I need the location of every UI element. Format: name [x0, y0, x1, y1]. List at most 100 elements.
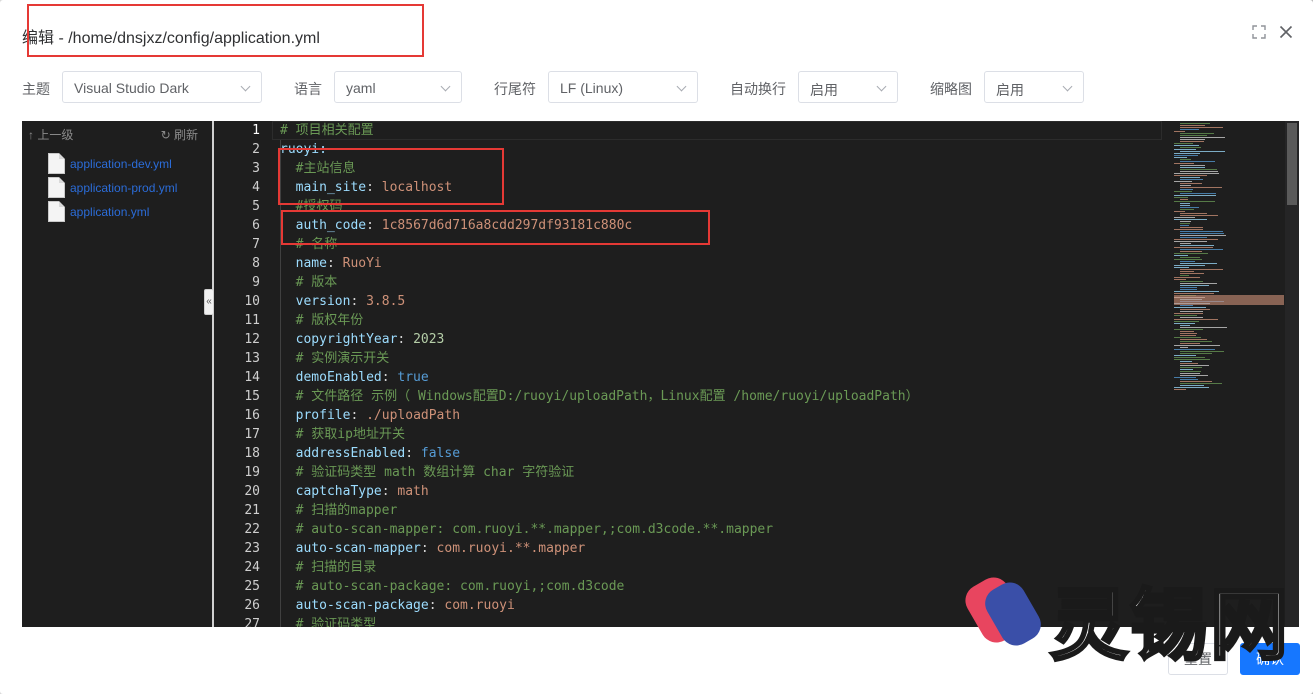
- minimap-stroke: [1180, 257, 1200, 258]
- code-line[interactable]: 18 addressEnabled: false: [216, 444, 1176, 463]
- minimap-stroke: [1174, 349, 1215, 350]
- minimap-stroke: [1180, 287, 1197, 288]
- code-line[interactable]: 12 copyrightYear: 2023: [216, 330, 1176, 349]
- minimap-stroke: [1180, 363, 1198, 364]
- watermark-logo-icon: [965, 577, 1041, 646]
- code-line[interactable]: 17 # 获取ip地址开关: [216, 425, 1176, 444]
- fullscreen-icon[interactable]: [1250, 24, 1268, 42]
- minimap-stroke: [1174, 219, 1207, 220]
- minimap-stroke: [1174, 277, 1200, 278]
- minimap-stroke: [1180, 309, 1210, 310]
- line-content: #主站信息: [280, 159, 356, 178]
- line-content: # 验证码类型: [280, 615, 377, 627]
- code-line[interactable]: 14 demoEnabled: true: [216, 368, 1176, 387]
- minimap-select-value: 启用: [996, 82, 1024, 98]
- code-value: ./uploadPath: [366, 408, 461, 423]
- minimap-stroke: [1180, 199, 1188, 200]
- minimap-stroke: [1180, 135, 1207, 136]
- wrap-select[interactable]: 启用: [798, 71, 898, 103]
- minimap-stroke: [1180, 189, 1193, 190]
- file-icon: [48, 177, 65, 198]
- minimap-stroke: [1180, 183, 1202, 184]
- code-key: auto-scan-package: [295, 598, 429, 613]
- line-number: 20: [244, 484, 260, 499]
- minimap-stroke: [1180, 177, 1200, 178]
- line-number: 14: [244, 370, 260, 385]
- line-content: # 项目相关配置: [280, 121, 374, 140]
- code-line[interactable]: 11 # 版权年份: [216, 311, 1176, 330]
- title-highlight-box: [27, 4, 424, 57]
- minimap-stroke: [1180, 333, 1197, 334]
- code-value: 2023: [413, 332, 445, 347]
- code-line[interactable]: 2 ruoyi:: [216, 140, 1176, 159]
- eol-select[interactable]: LF (Linux): [548, 71, 698, 103]
- code-line[interactable]: 7 # 名称: [216, 235, 1176, 254]
- code-line[interactable]: 4 main_site: localhost: [216, 178, 1176, 197]
- minimap-stroke: [1180, 171, 1218, 172]
- minimap-select[interactable]: 启用: [984, 71, 1084, 103]
- minimap-stroke: [1180, 133, 1214, 134]
- code-value: com.ruoyi.**.mapper: [436, 541, 586, 556]
- code-comment: # auto-scan-mapper: com.ruoyi.**.mapper,…: [295, 522, 774, 537]
- line-content: profile: ./uploadPath: [295, 408, 461, 423]
- minimap-stroke: [1180, 263, 1217, 264]
- code-value: RuoYi: [342, 256, 382, 271]
- minimap-stroke: [1180, 233, 1224, 234]
- code-editor[interactable]: 1 # 项目相关配置 2 ruoyi: 3 #主站信息 4 main_site: loca…: [216, 121, 1299, 627]
- minimap-stroke: [1180, 179, 1203, 180]
- minimap-stroke: [1180, 375, 1208, 376]
- minimap-stroke: [1180, 269, 1223, 270]
- editor-scrollbar[interactable]: [1285, 121, 1299, 627]
- refresh-button[interactable]: ↻ 刷新: [161, 126, 198, 143]
- code-line[interactable]: 22 # auto-scan-mapper: com.ruoyi.**.mapp…: [216, 520, 1176, 539]
- sidebar-collapse-toggle[interactable]: «: [204, 289, 214, 315]
- code-line[interactable]: 16 profile: ./uploadPath: [216, 406, 1176, 425]
- code-minimap[interactable]: [1174, 121, 1286, 627]
- minimap-stroke: [1180, 223, 1190, 224]
- scrollbar-thumb[interactable]: [1287, 123, 1297, 205]
- minimap-stroke: [1180, 235, 1226, 236]
- minimap-stroke: [1174, 265, 1205, 266]
- language-select[interactable]: yaml: [334, 71, 462, 103]
- code-line[interactable]: 8 name: RuoYi: [216, 254, 1176, 273]
- line-content: # 版权年份: [280, 311, 364, 330]
- minimap-stroke: [1174, 307, 1206, 308]
- code-comment: # 扫描的mapper: [295, 503, 398, 518]
- line-content: auto-scan-mapper: com.ruoyi.**.mapper: [295, 541, 586, 556]
- code-line[interactable]: 21 # 扫描的mapper: [216, 501, 1176, 520]
- code-value: 3.8.5: [366, 294, 406, 309]
- minimap-stroke: [1180, 231, 1223, 232]
- line-content: # auto-scan-mapper: com.ruoyi.**.mapper,…: [280, 520, 773, 539]
- code-value: math: [397, 484, 429, 499]
- parent-dir-button[interactable]: ↑ 上一级: [28, 126, 73, 143]
- minimap-stroke: [1174, 255, 1188, 256]
- code-line[interactable]: 10 version: 3.8.5: [216, 292, 1176, 311]
- code-line[interactable]: 1 # 项目相关配置: [216, 121, 1176, 140]
- code-line[interactable]: 5 #授权码: [216, 197, 1176, 216]
- minimap-stroke: [1180, 325, 1190, 326]
- code-line[interactable]: 20 captchaType: math: [216, 482, 1176, 501]
- line-number: 15: [244, 389, 260, 404]
- minimap-stroke: [1180, 205, 1190, 206]
- minimap-stroke: [1180, 311, 1203, 312]
- code-line[interactable]: 19 # 验证码类型 math 数组计算 char 字符验证: [216, 463, 1176, 482]
- line-number: 6: [252, 218, 260, 233]
- minimap-stroke: [1174, 239, 1218, 240]
- code-line[interactable]: 13 # 实例演示开关: [216, 349, 1176, 368]
- line-number: 13: [244, 351, 260, 366]
- close-icon[interactable]: [1277, 24, 1295, 42]
- minimap-stroke: [1180, 237, 1207, 238]
- file-icon: [48, 153, 65, 174]
- code-line[interactable]: 23 auto-scan-mapper: com.ruoyi.**.mapper: [216, 539, 1176, 558]
- current-line-highlight: [272, 121, 1162, 140]
- minimap-stroke: [1180, 305, 1193, 306]
- code-line[interactable]: 6 auth_code: 1c8567d6d716a8cdd297df93181…: [216, 216, 1176, 235]
- code-line[interactable]: 3 #主站信息: [216, 159, 1176, 178]
- line-content: # 版本: [280, 273, 338, 292]
- code-line[interactable]: 15 # 文件路径 示例（ Windows配置D:/ruoyi/uploadPa…: [216, 387, 1176, 406]
- theme-select[interactable]: Visual Studio Dark: [62, 71, 262, 103]
- minimap-stroke: [1180, 343, 1200, 344]
- file-name: application-prod.yml: [70, 181, 178, 195]
- line-number: 3: [252, 161, 260, 176]
- code-line[interactable]: 9 # 版本: [216, 273, 1176, 292]
